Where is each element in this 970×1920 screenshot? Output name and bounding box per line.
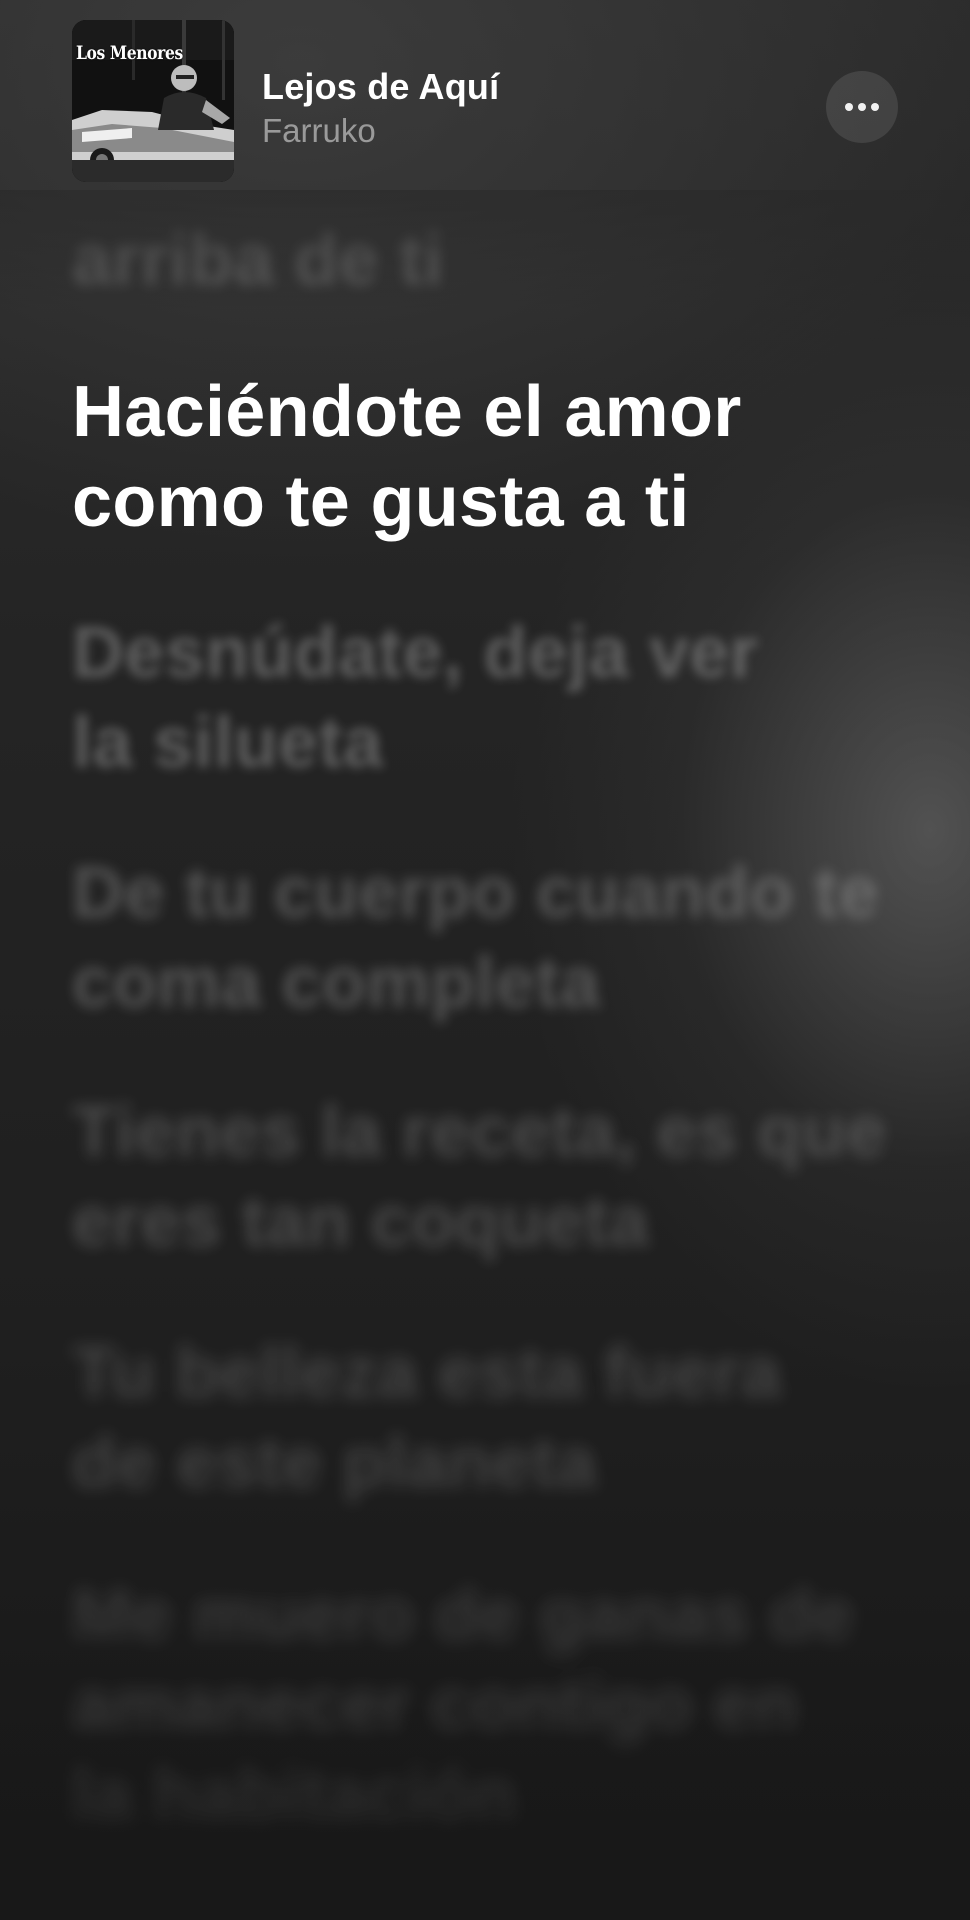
lyric-line-upcoming[interactable]: De tu cuerpo cuando te coma completa bbox=[72, 848, 902, 1028]
lyric-line-upcoming[interactable]: Desnúdate, deja ver la silueta bbox=[72, 608, 902, 788]
lyric-line-current[interactable]: Haciéndote el amor como te gusta a ti bbox=[72, 367, 902, 547]
more-options-button[interactable] bbox=[826, 71, 898, 143]
ellipsis-icon bbox=[845, 103, 853, 111]
lyric-line-upcoming[interactable]: Tu belleza esta fuera de este planeta bbox=[72, 1328, 902, 1508]
ellipsis-icon-dot bbox=[858, 103, 866, 111]
album-artwork[interactable]: Los Menores bbox=[72, 20, 234, 182]
artwork-logo-text: Los Menores bbox=[76, 42, 183, 64]
lyric-line-upcoming[interactable]: Me muero de ganas de amanecer contigo en… bbox=[72, 1570, 902, 1840]
lyrics-screen: Los Menores Lejos de Aquí Farruko arriba… bbox=[0, 0, 970, 1920]
track-title[interactable]: Lejos de Aquí bbox=[262, 66, 499, 108]
ellipsis-icon-dot bbox=[871, 103, 879, 111]
lyric-line-upcoming[interactable]: Tienes la receta, es que eres tan coquet… bbox=[72, 1087, 902, 1267]
track-artist[interactable]: Farruko bbox=[262, 112, 376, 150]
lyric-line-previous[interactable]: arriba de ti bbox=[72, 215, 902, 305]
now-playing-header: Los Menores Lejos de Aquí Farruko bbox=[0, 0, 970, 190]
